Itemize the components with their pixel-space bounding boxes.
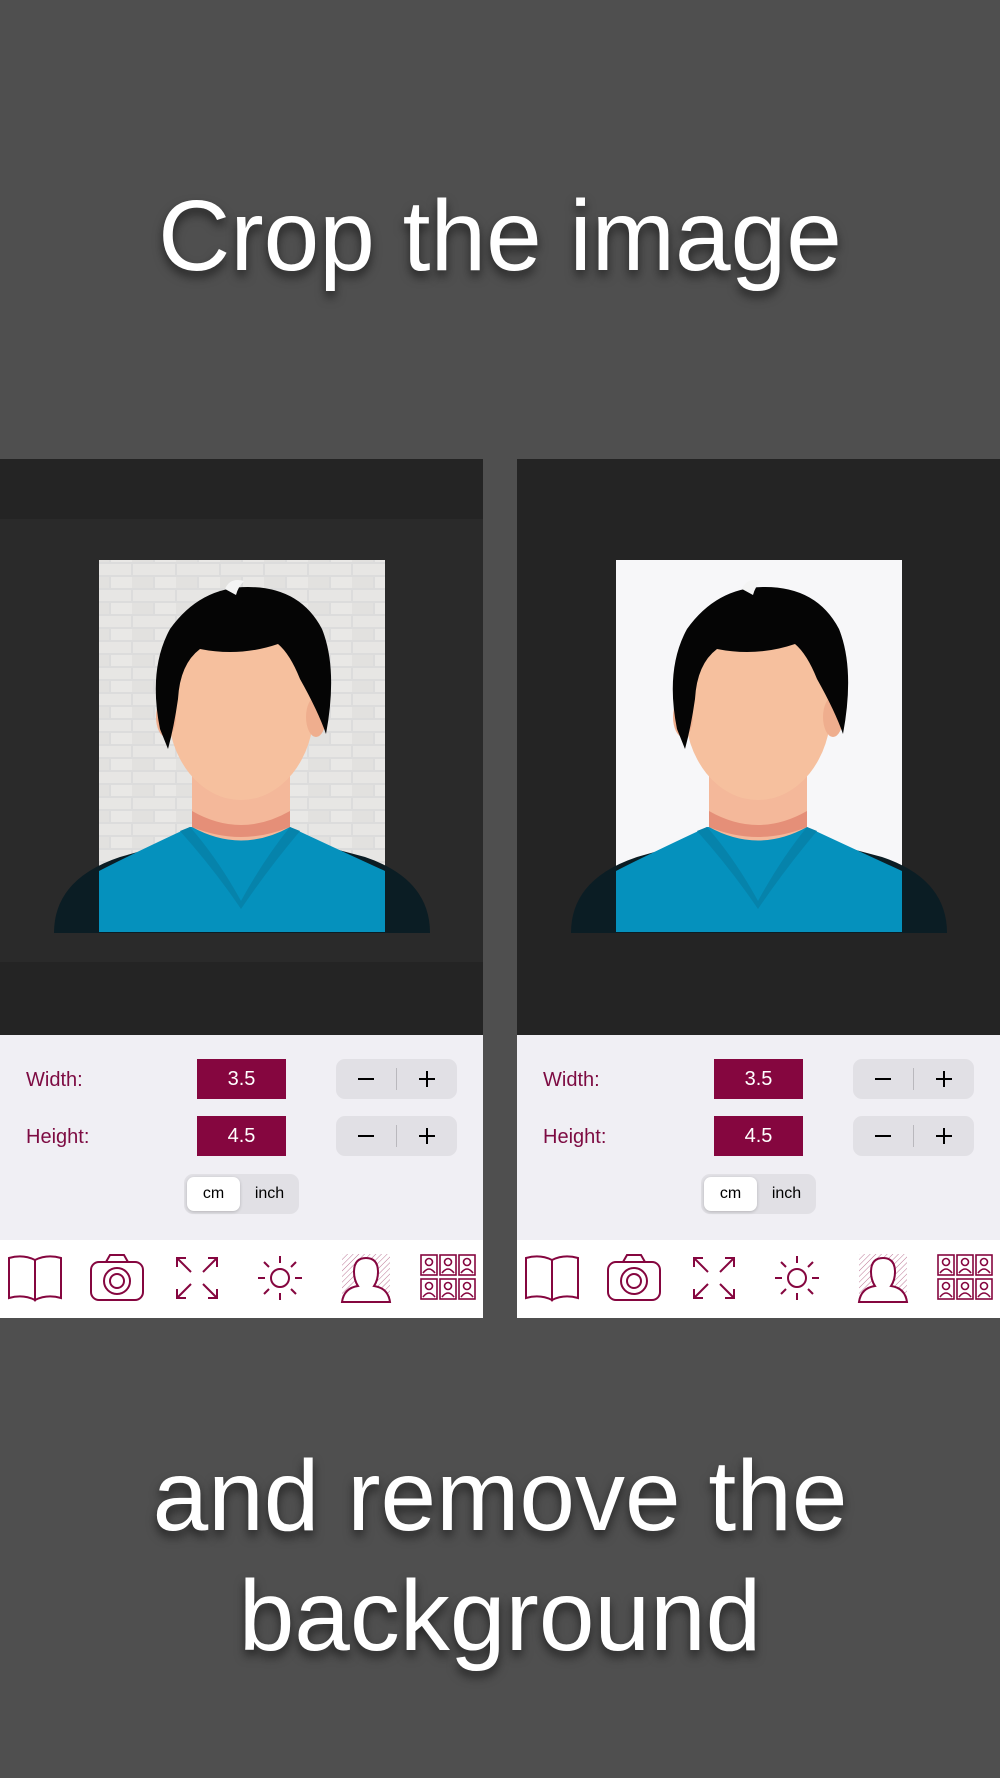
height-stepper[interactable]: [853, 1116, 974, 1156]
camera-icon: [607, 1254, 661, 1301]
height-value-field[interactable]: 4.5: [197, 1116, 286, 1156]
brightness-icon: [775, 1256, 819, 1300]
tool-brightness[interactable]: [771, 1252, 831, 1304]
tool-crop[interactable]: [688, 1252, 748, 1304]
tool-print-layout[interactable]: [420, 1252, 480, 1304]
photo-grid-icon: [420, 1254, 476, 1300]
portrait-photo-original: [0, 519, 483, 962]
tool-brightness[interactable]: [254, 1252, 314, 1304]
photo-preview[interactable]: [0, 459, 483, 1035]
photo-preview[interactable]: [517, 459, 1000, 1035]
plus-icon: [419, 1128, 435, 1144]
height-decrement-button[interactable]: [853, 1116, 913, 1156]
height-increment-button[interactable]: [397, 1116, 457, 1156]
width-value-field[interactable]: 3.5: [197, 1059, 286, 1099]
bottom-toolbar: [517, 1240, 1000, 1318]
portrait-photo-white-background: [571, 560, 947, 933]
headline-bottom: and remove the background: [0, 1436, 1000, 1676]
width-decrement-button[interactable]: [853, 1059, 913, 1099]
expand-icon: [693, 1257, 735, 1299]
minus-icon: [875, 1078, 891, 1080]
editor-panel-background-removed: Width: 3.5 Height: 4.5 cm inch: [517, 459, 1000, 1318]
width-increment-button[interactable]: [914, 1059, 974, 1099]
headline-bottom-line-2: background: [238, 1560, 762, 1672]
width-value-field[interactable]: 3.5: [714, 1059, 803, 1099]
unit-segmented-control[interactable]: cm inch: [701, 1174, 816, 1214]
unit-option-inch[interactable]: inch: [759, 1177, 814, 1211]
width-label: Width:: [26, 1069, 83, 1091]
height-stepper[interactable]: [336, 1116, 457, 1156]
tool-background[interactable]: [855, 1252, 915, 1304]
tool-camera[interactable]: [88, 1252, 148, 1304]
width-stepper[interactable]: [336, 1059, 457, 1099]
size-settings: Width: 3.5 Height: 4.5 cm inch: [0, 1035, 483, 1240]
photo-grid-icon: [937, 1254, 993, 1300]
height-label: Height:: [26, 1126, 90, 1148]
width-increment-button[interactable]: [397, 1059, 457, 1099]
plus-icon: [419, 1071, 435, 1087]
unit-option-cm[interactable]: cm: [187, 1177, 240, 1211]
portrait-icon: [857, 1254, 909, 1303]
minus-icon: [358, 1078, 374, 1080]
editor-panel-original: Width: 3.5 Height: 4.5 cm inch: [0, 459, 483, 1318]
unit-option-inch[interactable]: inch: [242, 1177, 297, 1211]
minus-icon: [358, 1135, 374, 1137]
brightness-icon: [258, 1256, 302, 1300]
bottom-toolbar: [0, 1240, 483, 1318]
minus-icon: [875, 1135, 891, 1137]
tool-crop[interactable]: [171, 1252, 231, 1304]
plus-icon: [936, 1071, 952, 1087]
book-icon: [8, 1255, 62, 1302]
unit-segmented-control[interactable]: cm inch: [184, 1174, 299, 1214]
height-increment-button[interactable]: [914, 1116, 974, 1156]
height-label: Height:: [543, 1126, 607, 1148]
tool-background[interactable]: [338, 1252, 398, 1304]
height-decrement-button[interactable]: [336, 1116, 396, 1156]
expand-icon: [176, 1257, 218, 1299]
size-settings: Width: 3.5 Height: 4.5 cm inch: [517, 1035, 1000, 1240]
headline-bottom-line-1: and remove the: [152, 1440, 848, 1552]
portrait-icon: [340, 1254, 392, 1303]
tool-guide[interactable]: [522, 1252, 582, 1304]
tool-guide[interactable]: [5, 1252, 65, 1304]
height-value-field[interactable]: 4.5: [714, 1116, 803, 1156]
tool-print-layout[interactable]: [937, 1252, 997, 1304]
headline-top: Crop the image: [158, 180, 842, 292]
plus-icon: [936, 1128, 952, 1144]
unit-option-cm[interactable]: cm: [704, 1177, 757, 1211]
width-decrement-button[interactable]: [336, 1059, 396, 1099]
camera-icon: [90, 1254, 144, 1301]
tool-camera[interactable]: [605, 1252, 665, 1304]
book-icon: [525, 1255, 579, 1302]
width-stepper[interactable]: [853, 1059, 974, 1099]
width-label: Width:: [543, 1069, 600, 1091]
